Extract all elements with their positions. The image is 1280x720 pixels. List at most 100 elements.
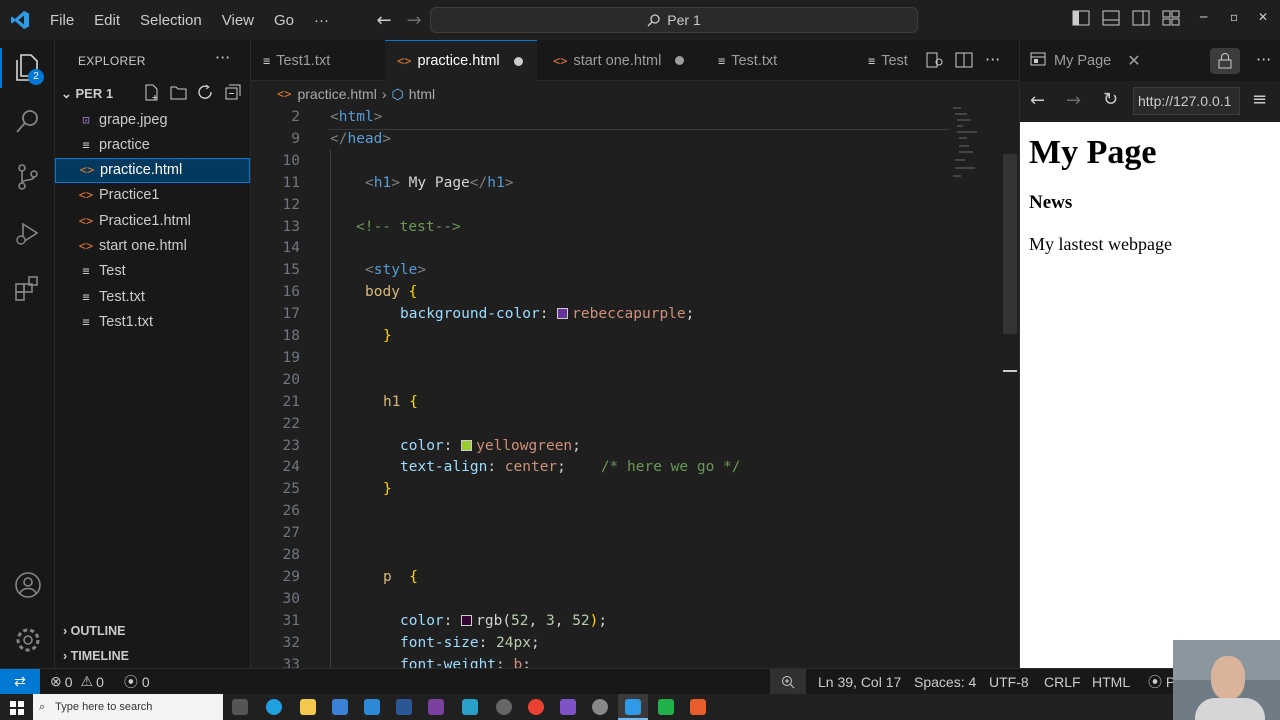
- toggle-panel-icon[interactable]: [1102, 10, 1122, 30]
- app-icon[interactable]: [462, 699, 478, 715]
- file-item[interactable]: ≡ practice: [55, 132, 250, 157]
- file-item[interactable]: <> start one.html: [55, 234, 250, 259]
- tab-test-txt[interactable]: ≡ Test.txt: [706, 40, 826, 81]
- command-center[interactable]: Per 1: [430, 7, 918, 33]
- file-item[interactable]: ⊡ grape.jpeg: [55, 107, 250, 132]
- app-icon[interactable]: [496, 699, 512, 715]
- tab-practice-html[interactable]: <> practice.html: [385, 40, 537, 81]
- forward-arrow-icon[interactable]: →: [1066, 90, 1081, 111]
- code-line[interactable]: 23 color: yellowgreen;: [251, 435, 951, 457]
- refresh-icon[interactable]: [197, 84, 214, 101]
- code-line[interactable]: 24 text-align: center; /* here we go */: [251, 456, 951, 478]
- file-item[interactable]: <> practice.html: [55, 157, 250, 183]
- code-line[interactable]: 19: [251, 347, 951, 369]
- remote-indicator-icon[interactable]: ⇄: [0, 668, 40, 695]
- minimap[interactable]: [951, 106, 1001, 186]
- menu-go[interactable]: Go: [264, 0, 304, 40]
- code-line[interactable]: 20: [251, 369, 951, 391]
- code-line[interactable]: 25}: [251, 478, 951, 500]
- color-swatch[interactable]: [461, 439, 473, 451]
- code-line[interactable]: 31 color: rgb(52, 3, 52);: [251, 610, 951, 632]
- code-line[interactable]: 17 background-color: rebeccapurple;: [251, 303, 951, 325]
- extensions-icon[interactable]: [13, 274, 43, 304]
- code-line[interactable]: 33 font-weight: b;: [251, 654, 951, 669]
- explorer-more-icon[interactable]: ···: [215, 48, 230, 67]
- code-line[interactable]: 2 <html>: [251, 106, 951, 128]
- code-line[interactable]: 21 h1 {: [251, 391, 951, 413]
- run-debug-icon[interactable]: [13, 218, 43, 248]
- code-line[interactable]: 9 </head>: [251, 128, 951, 150]
- close-tab-icon[interactable]: ✕: [1127, 51, 1140, 71]
- code-line[interactable]: 12: [251, 194, 951, 216]
- menu-edit[interactable]: Edit: [84, 0, 130, 40]
- toggle-sidebar-icon[interactable]: [1072, 10, 1092, 30]
- color-swatch[interactable]: [461, 614, 473, 626]
- restore-icon[interactable]: ▫: [1230, 10, 1238, 24]
- app-icon[interactable]: [690, 699, 706, 715]
- code-line[interactable]: 14: [251, 237, 951, 259]
- code-line[interactable]: 13 <!-- test-->: [251, 216, 951, 238]
- menu-view[interactable]: View: [212, 0, 264, 40]
- tab-start-one-html[interactable]: <> start one.html: [541, 40, 696, 81]
- search-icon[interactable]: [13, 106, 43, 136]
- code-line[interactable]: 32 font-size: 24px;: [251, 632, 951, 654]
- code-line[interactable]: 11 <h1> My Page</h1>: [251, 172, 951, 194]
- split-editor-icon[interactable]: [955, 52, 973, 72]
- visual-studio-icon[interactable]: [560, 699, 576, 715]
- code-line[interactable]: 26: [251, 500, 951, 522]
- code-line[interactable]: 16 body {: [251, 281, 951, 303]
- tab-test1-txt[interactable]: ≡ Test1.txt: [251, 40, 381, 81]
- close-window-icon[interactable]: ✕: [1258, 10, 1268, 24]
- app-icon[interactable]: [658, 699, 674, 715]
- new-folder-icon[interactable]: [170, 84, 187, 101]
- toggle-secondary-sidebar-icon[interactable]: [1132, 10, 1152, 30]
- language-mode[interactable]: HTML: [1092, 674, 1130, 690]
- file-item[interactable]: <> Practice1.html: [55, 208, 250, 233]
- taskbar-search[interactable]: ⌕ Type here to search: [33, 694, 223, 720]
- code-line[interactable]: 28: [251, 544, 951, 566]
- reload-icon[interactable]: ↻: [1103, 89, 1118, 110]
- app-icon[interactable]: [592, 699, 608, 715]
- zoom-icon[interactable]: [770, 669, 806, 695]
- outline-section[interactable]: › OUTLINE: [63, 624, 126, 638]
- breadcrumb-symbol[interactable]: html: [409, 86, 435, 102]
- line-ending[interactable]: CRLF: [1044, 674, 1081, 690]
- preview-tab[interactable]: My Page ✕: [1020, 40, 1160, 81]
- indentation[interactable]: Spaces: 4: [914, 674, 976, 690]
- file-item[interactable]: <> Practice1: [55, 183, 250, 208]
- tab-test[interactable]: ≡ Test: [856, 40, 926, 81]
- preview-more-icon[interactable]: ···: [1256, 50, 1271, 69]
- code-line[interactable]: 27: [251, 522, 951, 544]
- back-arrow-icon[interactable]: ←: [1030, 90, 1045, 111]
- edge-icon[interactable]: [266, 699, 282, 715]
- code-line[interactable]: 18}: [251, 325, 951, 347]
- forward-arrow-icon[interactable]: →: [399, 10, 429, 31]
- breadcrumb-file[interactable]: practice.html: [297, 86, 376, 102]
- cursor-position[interactable]: Ln 39, Col 17: [818, 674, 901, 690]
- lock-icon[interactable]: [1210, 48, 1240, 74]
- menu-more[interactable]: ···: [304, 0, 339, 40]
- code-editor[interactable]: 2 <html> 9 </head> 10 11 <h1> My Page</h1> 12 13…: [251, 106, 1019, 668]
- code-line[interactable]: 29 p {: [251, 566, 951, 588]
- mail-icon[interactable]: [364, 699, 380, 715]
- chrome-icon[interactable]: [528, 699, 544, 715]
- customize-layout-icon[interactable]: [1162, 10, 1182, 30]
- more-actions-icon[interactable]: ···: [985, 50, 1000, 69]
- vscode-taskbar-button[interactable]: [618, 694, 648, 720]
- menu-selection[interactable]: Selection: [130, 0, 212, 40]
- word-icon[interactable]: [396, 699, 412, 715]
- account-icon[interactable]: [13, 570, 43, 600]
- explorer-icon[interactable]: 2: [13, 52, 44, 85]
- menu-hamburger-icon[interactable]: ≡: [1252, 89, 1267, 110]
- color-swatch[interactable]: [557, 308, 569, 320]
- file-item[interactable]: ≡ Test: [55, 259, 250, 284]
- url-input[interactable]: http://127.0.0.1: [1133, 87, 1240, 115]
- code-line[interactable]: 10: [251, 150, 951, 172]
- code-line[interactable]: 30: [251, 588, 951, 610]
- task-view-icon[interactable]: [232, 699, 248, 715]
- file-explorer-icon[interactable]: [300, 699, 316, 715]
- back-arrow-icon[interactable]: ←: [369, 10, 399, 31]
- vertical-scrollbar[interactable]: [1003, 154, 1017, 334]
- encoding[interactable]: UTF-8: [989, 674, 1029, 690]
- menu-file[interactable]: File: [40, 0, 84, 40]
